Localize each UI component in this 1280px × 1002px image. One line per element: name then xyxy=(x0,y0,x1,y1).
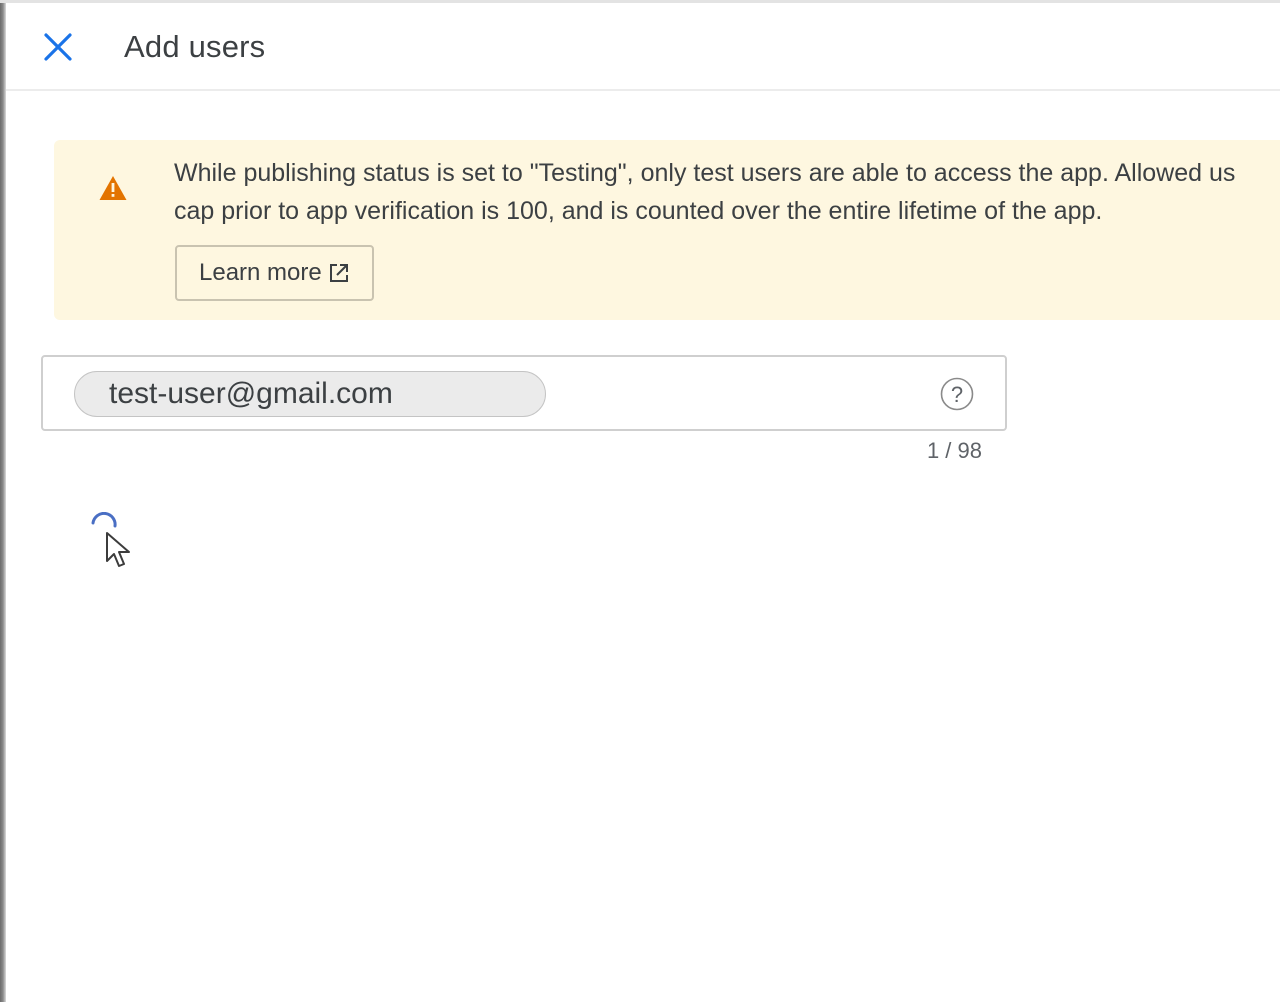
external-link-icon xyxy=(329,264,348,282)
warning-icon xyxy=(99,176,127,200)
left-edge-divider xyxy=(0,0,6,1002)
close-icon xyxy=(44,33,72,61)
close-button[interactable] xyxy=(36,25,80,69)
svg-text:?: ? xyxy=(951,382,963,407)
banner-message-line-1: While publishing status is set to "Testi… xyxy=(174,159,1236,187)
user-email-input-field[interactable]: test-user@gmail.com ? xyxy=(41,355,1007,431)
user-count-indicator: 1 / 98 xyxy=(926,438,982,463)
mouse-cursor-icon xyxy=(106,532,130,567)
add-users-page: Add users While publishing status is set… xyxy=(0,0,1280,1002)
help-icon[interactable]: ? xyxy=(940,377,974,411)
learn-more-button[interactable]: Learn more xyxy=(175,245,374,301)
email-chip[interactable]: test-user@gmail.com xyxy=(74,371,546,417)
banner-message-line-2: cap prior to app verification is 100, an… xyxy=(174,197,1103,225)
dialog-header: Add users xyxy=(6,3,1280,91)
page-title: Add users xyxy=(124,29,266,64)
email-chip-label: test-user@gmail.com xyxy=(109,377,393,410)
banner-message: While publishing status is set to "Testi… xyxy=(174,154,1280,230)
learn-more-label: Learn more xyxy=(199,259,322,286)
testing-status-warning-banner: While publishing status is set to "Testi… xyxy=(54,140,1280,320)
